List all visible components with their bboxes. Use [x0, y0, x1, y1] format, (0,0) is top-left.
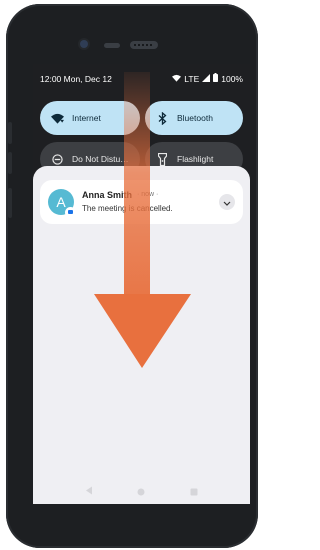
wifi-status-icon: [172, 72, 182, 86]
earpiece-speaker: [130, 41, 158, 49]
tile-internet[interactable]: Internet: [40, 101, 140, 135]
home-icon[interactable]: [137, 483, 145, 501]
wifi-icon: [50, 111, 64, 125]
tile-label: Internet: [72, 113, 101, 123]
phone-screen: 12:00 Mon, Dec 12 LTE 100% Internet Blue…: [33, 64, 250, 504]
battery-icon: [213, 72, 219, 86]
front-camera: [80, 40, 88, 48]
back-icon[interactable]: [85, 482, 93, 500]
power-button: [8, 188, 12, 218]
tile-label: Do Not Distu…: [72, 154, 129, 164]
navigation-bar: [33, 482, 250, 496]
notification-message: The meeting is cancelled.: [82, 204, 173, 213]
tile-label: Flashlight: [177, 154, 214, 164]
status-bar: 12:00 Mon, Dec 12 LTE 100%: [40, 72, 243, 86]
proximity-sensor: [104, 43, 120, 48]
expand-notification-button[interactable]: [219, 194, 235, 210]
status-time: 12:00 Mon, Dec 12: [40, 74, 112, 84]
flashlight-icon: [155, 152, 169, 166]
tile-label: Bluetooth: [177, 113, 213, 123]
recents-icon[interactable]: [190, 483, 198, 501]
battery-percentage: 100%: [221, 74, 243, 84]
bluetooth-icon: [155, 111, 169, 125]
volume-up-button: [8, 122, 12, 144]
network-type: LTE: [184, 74, 200, 84]
notification-sender: Anna Smith: [82, 190, 133, 200]
messages-app-badge-icon: [66, 208, 75, 217]
chevron-down-icon: [223, 193, 231, 211]
cell-signal-icon: [202, 72, 211, 86]
notification-card[interactable]: A Anna Smith · now · The meeting is canc…: [40, 180, 243, 224]
tile-bluetooth[interactable]: Bluetooth: [145, 101, 243, 135]
notification-shade: A Anna Smith · now · The meeting is canc…: [33, 166, 250, 504]
notification-time: · now ·: [137, 191, 159, 198]
do-not-disturb-icon: [50, 152, 64, 166]
volume-down-button: [8, 152, 12, 174]
